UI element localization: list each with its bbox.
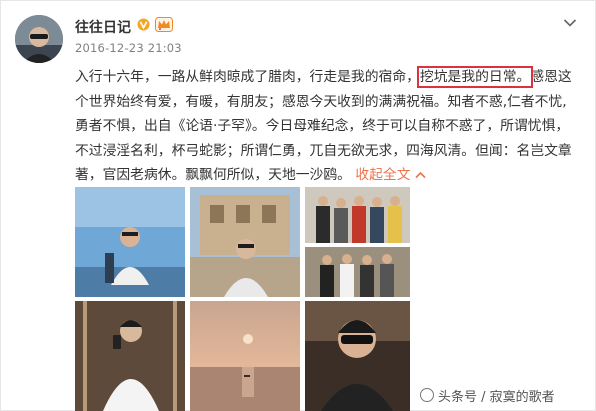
collapse-link[interactable]: 收起全文: [355, 167, 426, 183]
post-photo-4[interactable]: [75, 301, 185, 411]
post-photo-6[interactable]: [305, 301, 410, 411]
post-photo-5[interactable]: [190, 301, 300, 411]
post-text: 入行十六年，一路从鲜肉晾成了腊肉，行走是我的宿命，挖坑是我的日常。感恩这个世界始…: [75, 65, 580, 188]
collapse-label: 收起全文: [355, 167, 411, 183]
verified-v-badge-icon: [137, 18, 150, 31]
highlighted-phrase: 挖坑是我的日常。: [416, 66, 534, 88]
post-photo-1[interactable]: [75, 187, 185, 297]
username[interactable]: 往往日记: [75, 17, 131, 37]
watermark: 头条号 / 寂寞的歌者: [420, 385, 555, 405]
post-photo-3[interactable]: [305, 187, 410, 297]
toutiao-logo-icon: [420, 388, 434, 402]
post-photo-2[interactable]: [190, 187, 300, 297]
post-text-rest: 感恩这个世界始终有爱，有暖，有朋友；感恩今天收到的满满祝福。知者不惑,仁者不忧,…: [75, 69, 572, 183]
watermark-text: 头条号 / 寂寞的歌者: [438, 389, 555, 405]
chevron-down-icon[interactable]: [563, 18, 577, 28]
member-crown-icon[interactable]: [155, 17, 173, 32]
post-timestamp[interactable]: 2016-12-23 21:03: [75, 41, 182, 55]
post-text-start: 入行十六年，一路从鲜肉晾成了腊肉，行走是我的宿命，: [75, 69, 420, 85]
avatar[interactable]: [15, 15, 63, 63]
chevron-up-icon: [414, 171, 426, 179]
